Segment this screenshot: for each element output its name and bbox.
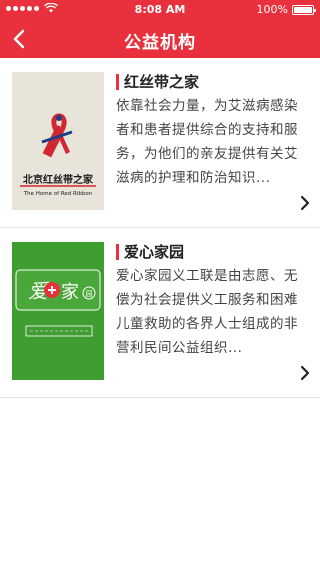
battery-icon [292, 4, 316, 15]
love-home-logo-icon: 爱 家 园 [12, 242, 104, 380]
nav-bar: 公益机构 [0, 20, 320, 58]
list-item[interactable]: 爱 家 园 爱心家园 爱心家园义工联是由志愿、无偿为社会提供义工服务和困难儿童救… [0, 228, 320, 398]
header: 8:08 AM 100% 公益机构 [0, 0, 320, 58]
item-title: 爱心家园 [116, 242, 184, 262]
battery-area: 100% [256, 3, 316, 16]
svg-text:北京红丝带之家: 北京红丝带之家 [23, 173, 94, 186]
svg-text:The Home of Red Ribbon: The Home of Red Ribbon [23, 191, 93, 197]
organization-list: 北京红丝带之家 The Home of Red Ribbon 红丝带之家 依靠社… [0, 58, 320, 398]
item-description: 爱心家园义工联是由志愿、无偿为社会提供义工服务和困难儿童救助的各界人士组成的非营… [116, 268, 298, 356]
svg-text:园: 园 [86, 290, 93, 298]
battery-percent: 100% [256, 3, 288, 16]
status-bar: 8:08 AM 100% [0, 0, 320, 20]
item-description: 依靠社会力量，为艾滋病感染者和患者提供综合的支持和服务，为他们的亲友提供有关艾滋… [116, 98, 298, 186]
chevron-right-icon [300, 195, 310, 211]
list-item[interactable]: 北京红丝带之家 The Home of Red Ribbon 红丝带之家 依靠社… [0, 58, 320, 228]
svg-text:家: 家 [61, 282, 79, 303]
item-title: 红丝带之家 [116, 72, 199, 92]
red-ribbon-logo-icon: 北京红丝带之家 The Home of Red Ribbon [12, 72, 104, 210]
page-title: 公益机构 [124, 33, 196, 53]
chevron-right-icon [300, 365, 310, 381]
